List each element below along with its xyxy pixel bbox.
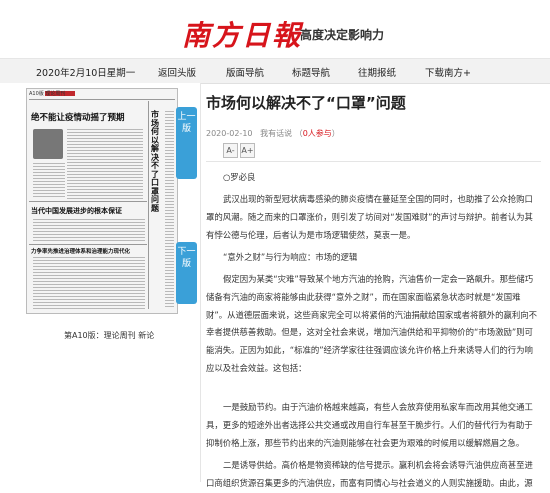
page-thumbnail-panel: A10版 理论周刊 绝不能让疫情动摇了预期 当代中国发展进步的根本保证 力争率先… [0, 83, 200, 482]
slogan: 高度决定影响力 [300, 28, 385, 42]
article-meta: 2020-02-10 我有话说 （0人参与） [206, 129, 340, 138]
thumb-rule [29, 201, 147, 202]
thumb-rule [29, 244, 147, 245]
nav-headline-navigation[interactable]: 标题导航 [292, 65, 330, 79]
thumb-text-block [165, 111, 174, 309]
article-subheading: “意外之财”与行为响应：市场的逻辑 [223, 252, 358, 262]
thumb-text-block [33, 219, 145, 243]
article-date: 2020-02-10 [206, 129, 253, 138]
issue-date: 2020年2月10日星期一 [36, 68, 136, 79]
nav-past-issues[interactable]: 往期报纸 [358, 65, 396, 79]
newspaper-logo[interactable]: 南方日報 [182, 14, 302, 54]
thumb-page-header: A10版 理论周刊 [29, 91, 66, 97]
font-increase-button[interactable]: A+ [240, 143, 255, 158]
thumb-text-block [33, 163, 65, 199]
article-separator [206, 161, 541, 162]
font-decrease-button[interactable]: A- [223, 143, 238, 158]
article-paragraph: 一是鼓励节约。由于汽油价格越来越高，有些人会放弃使用私家车而改用其他交通工具，更… [206, 402, 533, 448]
prev-page-button[interactable]: 上一版 [176, 107, 197, 179]
page-thumbnail[interactable]: A10版 理论周刊 绝不能让疫情动摇了预期 当代中国发展进步的根本保证 力争率先… [26, 88, 178, 314]
thumb-headline-1[interactable]: 绝不能让疫情动摇了预期 [31, 111, 125, 123]
article-paragraph: 武汉出现的新型冠状病毒感染的肺炎疫情在蔓延至全国的同时，也助推了公众抢购口罩的风… [206, 194, 533, 240]
comment-link[interactable]: 我有话说 [260, 129, 292, 138]
article-paragraph: 二是诱导供给。高价格是物资稀缺的信号提示。赢利机会将会诱导汽油供应商甚至进口商组… [206, 460, 533, 488]
thumb-text-block [33, 257, 145, 309]
thumb-rule [29, 99, 175, 100]
comment-count[interactable]: 0人参与 [303, 129, 332, 138]
nav-bar: 2020年2月10日星期一 返回头版 版面导航 标题导航 往期报纸 下载南方+ [0, 58, 550, 84]
nav-back-to-front-page[interactable]: 返回头版 [158, 65, 196, 79]
thumb-vertical-title[interactable]: 市场何以解决不了口罩问题 [151, 110, 163, 213]
thumb-headline-3[interactable]: 力争率先推进治理体系和治理能力现代化 [31, 247, 130, 255]
masthead: 南方日報 高度决定影响力 [0, 0, 550, 58]
nav-download-app[interactable]: 下载南方+ [425, 65, 471, 79]
column-divider [200, 83, 201, 482]
thumb-column-rule [148, 101, 149, 309]
next-page-button[interactable]: 下一版 [176, 242, 197, 304]
article-author: ○罗必良 [223, 172, 256, 182]
article-paragraph: 假定因为某类“灾难”导致某个地方汽油的抢购，汽油售价一定会一路飙升。那些储巧储备… [206, 274, 537, 373]
thumb-text-block [67, 129, 143, 199]
article-title: 市场何以解决不了“口罩”问题 [206, 94, 406, 112]
nav-page-navigation[interactable]: 版面导航 [226, 65, 264, 79]
author-portrait [33, 129, 63, 159]
thumb-headline-2[interactable]: 当代中国发展进步的根本保证 [31, 206, 122, 216]
page-caption: 第A10版：理论周刊 新论 [64, 331, 155, 340]
